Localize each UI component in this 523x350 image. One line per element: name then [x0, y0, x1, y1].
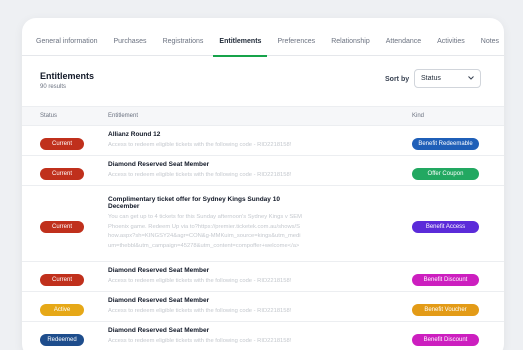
sort-label: Sort by [385, 76, 410, 83]
entitlements-header: Entitlements 90 results Sort by Status [22, 56, 504, 106]
entitlement-description: Access to redeem eligible tickets with t… [108, 141, 292, 148]
kind-badge: Benefit Redeemable [412, 137, 479, 150]
tab-preferences[interactable]: Preferences [269, 18, 323, 56]
result-count: 90 results [40, 84, 67, 90]
entitlement-title: Diamond Reserved Seat Member [108, 266, 210, 274]
table-row[interactable]: Redeemed Diamond Reserved Seat Member Ac… [22, 322, 504, 350]
tab-registrations[interactable]: Registrations [155, 18, 212, 56]
table-row[interactable]: Current Diamond Reserved Seat Member Acc… [22, 156, 504, 186]
status-badge: Current [40, 167, 84, 180]
table-row[interactable]: Current Diamond Reserved Seat Member Acc… [22, 262, 504, 292]
kind-badge: Benefit Voucher [412, 303, 479, 316]
table-row[interactable]: Active Diamond Reserved Seat Member Acce… [22, 292, 504, 322]
kind-badge: Benefit Access [412, 220, 479, 233]
tab-relationship[interactable]: Relationship [323, 18, 378, 56]
status-badge: Current [40, 273, 84, 286]
tab-notes[interactable]: Notes [473, 18, 504, 56]
tab-attendance[interactable]: Attendance [378, 18, 429, 56]
entitlement-title: Complimentary ticket offer for Sydney Ki… [108, 196, 280, 210]
entitlement-description: You can get up to 4 tickets for this Sun… [108, 214, 302, 249]
status-badge: Active [40, 303, 84, 316]
entitlement-title: Diamond Reserved Seat Member [108, 326, 210, 334]
kind-badge: Offer Coupon [412, 167, 479, 180]
profile-tabs: General information Purchases Registrati… [22, 18, 504, 57]
tab-entitlements[interactable]: Entitlements [211, 18, 269, 57]
tab-activities[interactable]: Activities [429, 18, 473, 56]
entitlement-description: Access to redeem eligible tickets with t… [108, 171, 292, 178]
table-row[interactable]: Current Complimentary ticket offer for S… [22, 186, 504, 262]
tab-purchases[interactable]: Purchases [105, 18, 154, 56]
column-header-status[interactable]: Status [22, 113, 108, 119]
sort-select[interactable]: Status [414, 69, 481, 88]
kind-badge: Benefit Discount [412, 333, 479, 346]
entitlement-title: Allianz Round 12 [108, 130, 161, 138]
entitlement-description: Access to redeem eligible tickets with t… [108, 307, 292, 314]
table-row[interactable]: Current Allianz Round 12 Access to redee… [22, 126, 504, 156]
kind-badge: Benefit Discount [412, 273, 479, 286]
table-header: Status Entitlement Kind [22, 106, 504, 126]
column-header-kind[interactable]: Kind [412, 113, 504, 119]
entitlement-description: Access to redeem eligible tickets with t… [108, 277, 292, 284]
entitlement-description: Access to redeem eligible tickets with t… [108, 337, 292, 344]
column-header-entitlement[interactable]: Entitlement [108, 113, 412, 119]
status-badge: Redeemed [40, 333, 84, 346]
customer-profile-card: General information Purchases Registrati… [22, 18, 504, 350]
section-title: Entitlements [40, 71, 95, 81]
sort-select-value: Status [421, 75, 441, 82]
entitlement-title: Diamond Reserved Seat Member [108, 160, 210, 168]
tab-general-information[interactable]: General information [28, 18, 105, 56]
entitlement-title: Diamond Reserved Seat Member [108, 296, 210, 304]
chevron-down-icon [468, 76, 474, 80]
status-badge: Current [40, 137, 84, 150]
status-badge: Current [40, 220, 84, 233]
